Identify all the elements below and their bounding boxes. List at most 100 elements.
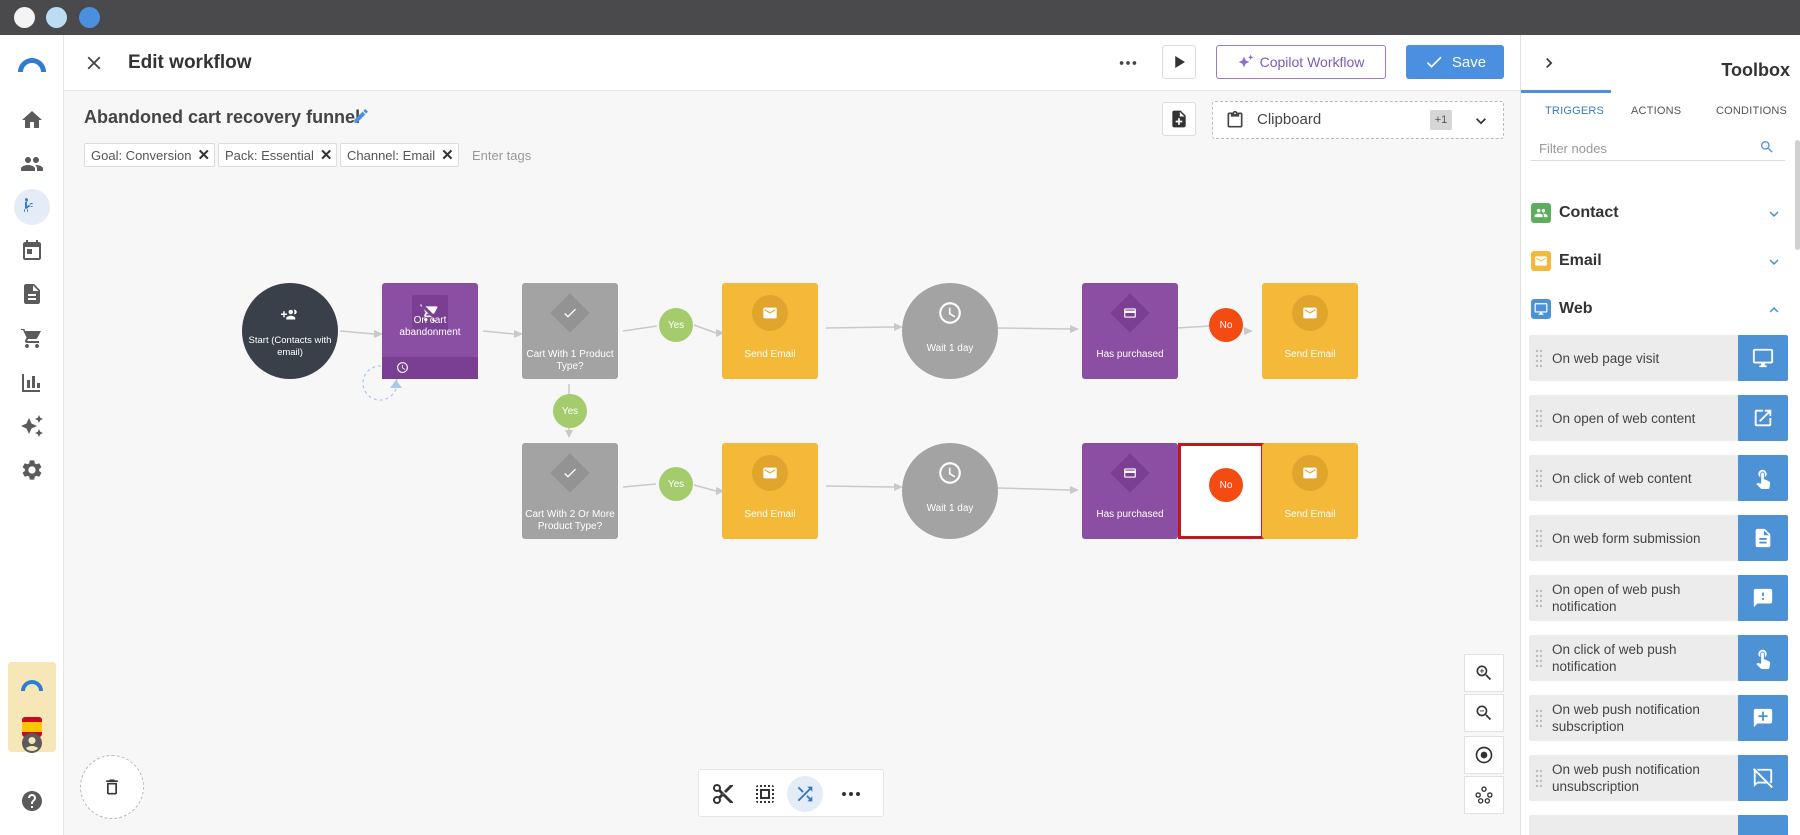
chevron-up-icon[interactable] (1765, 301, 1783, 319)
send-email-label: Send Email (1284, 509, 1336, 520)
send-email-node[interactable]: Send Email (722, 283, 818, 379)
drag-handle-icon[interactable] (1535, 709, 1543, 727)
drag-handle-icon[interactable] (1535, 589, 1543, 607)
remove-tag-icon[interactable]: ✕ (320, 146, 333, 164)
chevron-down-icon[interactable] (1765, 205, 1783, 223)
send-email-node[interactable]: Send Email (1262, 283, 1358, 379)
tags-input[interactable]: Enter tags (472, 148, 531, 163)
zoom-in-icon[interactable] (1464, 654, 1504, 692)
section-label: Contact (1559, 204, 1619, 221)
collapse-panel-icon[interactable] (1539, 53, 1559, 73)
toolbox-node[interactable] (1529, 815, 1788, 835)
toolbox-node[interactable]: On click of web push notification (1529, 635, 1788, 681)
more-tools-icon[interactable] (839, 782, 863, 806)
save-button[interactable]: Save (1406, 45, 1504, 79)
window-minimize-dot[interactable] (46, 7, 67, 28)
toolbox-node[interactable]: On web form submission (1529, 515, 1788, 561)
user-account-icon[interactable] (18, 729, 46, 757)
ai-sparkle-icon[interactable] (18, 412, 46, 440)
toolbox-node[interactable]: On open of web content (1529, 395, 1788, 441)
send-email-node[interactable]: Send Email (1262, 443, 1358, 539)
toolbox-node[interactable]: On web push notification unsubscription (1529, 755, 1788, 801)
drag-handle-icon[interactable] (1535, 769, 1543, 787)
toolbox-node-label: On web push notification subscription (1552, 702, 1700, 734)
drag-handle-icon[interactable] (1535, 649, 1543, 667)
drag-handle-icon[interactable] (1535, 469, 1543, 487)
window-close-dot[interactable] (14, 7, 35, 28)
toolbox-node-label: On click of web content (1552, 470, 1692, 486)
search-icon[interactable] (1759, 139, 1775, 155)
zoom-out-icon[interactable] (1464, 694, 1504, 732)
clock-icon (932, 295, 968, 331)
cut-icon[interactable] (711, 782, 735, 806)
recenter-icon[interactable] (1464, 736, 1504, 774)
close-icon[interactable] (80, 49, 108, 77)
filter-nodes-field[interactable]: Filter nodes (1531, 133, 1785, 161)
remove-tag-icon[interactable]: ✕ (197, 146, 210, 164)
wait-node[interactable]: Wait 1 day (902, 283, 998, 379)
section-contact[interactable]: Contact (1531, 203, 1619, 223)
workflows-icon[interactable] (14, 189, 50, 225)
add-note-button[interactable] (1162, 102, 1196, 136)
condition-node[interactable]: Cart With 1 Product Type? (522, 283, 618, 379)
header-bar: Edit workflow Copilot Workflow Save (64, 35, 1520, 91)
wait-node[interactable]: Wait 1 day (902, 443, 998, 539)
reports-icon[interactable] (18, 368, 46, 396)
edit-name-icon[interactable] (352, 107, 370, 125)
toolbox-node-icon (1738, 815, 1788, 835)
start-node[interactable]: Start (Contacts with email) (242, 283, 338, 379)
chevron-down-icon[interactable] (1765, 253, 1783, 271)
open-external-icon (1738, 395, 1788, 441)
drag-handle-icon[interactable] (1535, 409, 1543, 427)
section-label: Web (1559, 300, 1593, 317)
yes-branch-badge[interactable]: Yes (659, 308, 693, 342)
toolbox-node[interactable]: On web push notification subscription (1529, 695, 1788, 741)
calendar-icon[interactable] (18, 236, 46, 264)
copilot-workflow-button[interactable]: Copilot Workflow (1216, 45, 1386, 79)
filter-nodes-placeholder: Filter nodes (1539, 141, 1607, 156)
drag-handle-icon[interactable] (1535, 349, 1543, 367)
condition-node-label: Cart With 1 Product Type? (526, 349, 614, 372)
more-options-icon[interactable] (1114, 49, 1142, 77)
home-icon[interactable] (18, 106, 46, 134)
chevron-down-icon[interactable] (1471, 111, 1491, 131)
app-logo-icon[interactable] (16, 50, 48, 78)
monitor-icon (1531, 299, 1551, 319)
no-branch-badge[interactable]: No (1209, 468, 1243, 502)
run-button[interactable] (1162, 45, 1196, 79)
yes-branch-badge[interactable]: Yes (553, 394, 587, 428)
copilot-label: Copilot Workflow (1259, 54, 1365, 70)
send-email-node[interactable]: Send Email (722, 443, 818, 539)
select-all-icon[interactable] (753, 782, 777, 806)
remove-tag-icon[interactable]: ✕ (441, 146, 454, 164)
toolbox-node[interactable]: On click of web content (1529, 455, 1788, 501)
cart-icon[interactable] (18, 324, 46, 352)
group-add-icon (272, 297, 308, 333)
toolbox-scrollbar[interactable] (1795, 140, 1800, 250)
yes-branch-badge[interactable]: Yes (659, 467, 693, 501)
settings-icon[interactable] (18, 456, 46, 484)
toolbox-node[interactable]: On open of web push notification (1529, 575, 1788, 621)
tab-actions[interactable]: ACTIONS (1631, 105, 1681, 117)
drag-handle-icon[interactable] (1535, 529, 1543, 547)
toolbox-node[interactable]: On web page visit (1529, 335, 1788, 381)
tab-conditions[interactable]: CONDITIONS (1716, 105, 1787, 117)
contacts-icon[interactable] (18, 150, 46, 178)
document-icon[interactable] (18, 280, 46, 308)
tab-triggers[interactable]: TRIGGERS (1545, 105, 1604, 117)
window-maximize-dot[interactable] (79, 7, 100, 28)
no-branch-badge[interactable]: No (1209, 308, 1243, 342)
auto-layout-icon[interactable] (1464, 776, 1504, 814)
trigger-node[interactable]: On cart abandonment (382, 283, 478, 379)
section-web[interactable]: Web (1531, 299, 1592, 319)
clipboard-dropzone[interactable]: Clipboard +1 (1212, 101, 1504, 139)
condition-node[interactable]: Cart With 2 Or More Product Type? (522, 443, 618, 539)
section-email[interactable]: Email (1531, 251, 1602, 271)
payment-diamond-icon (1110, 453, 1150, 493)
has-purchased-node[interactable]: Has purchased (1082, 443, 1178, 539)
help-icon[interactable] (18, 787, 46, 815)
delete-dropzone[interactable] (80, 755, 144, 819)
shuffle-icon[interactable] (787, 776, 823, 812)
toolbox-node-label: On open of web content (1552, 410, 1696, 426)
has-purchased-node[interactable]: Has purchased (1082, 283, 1178, 379)
